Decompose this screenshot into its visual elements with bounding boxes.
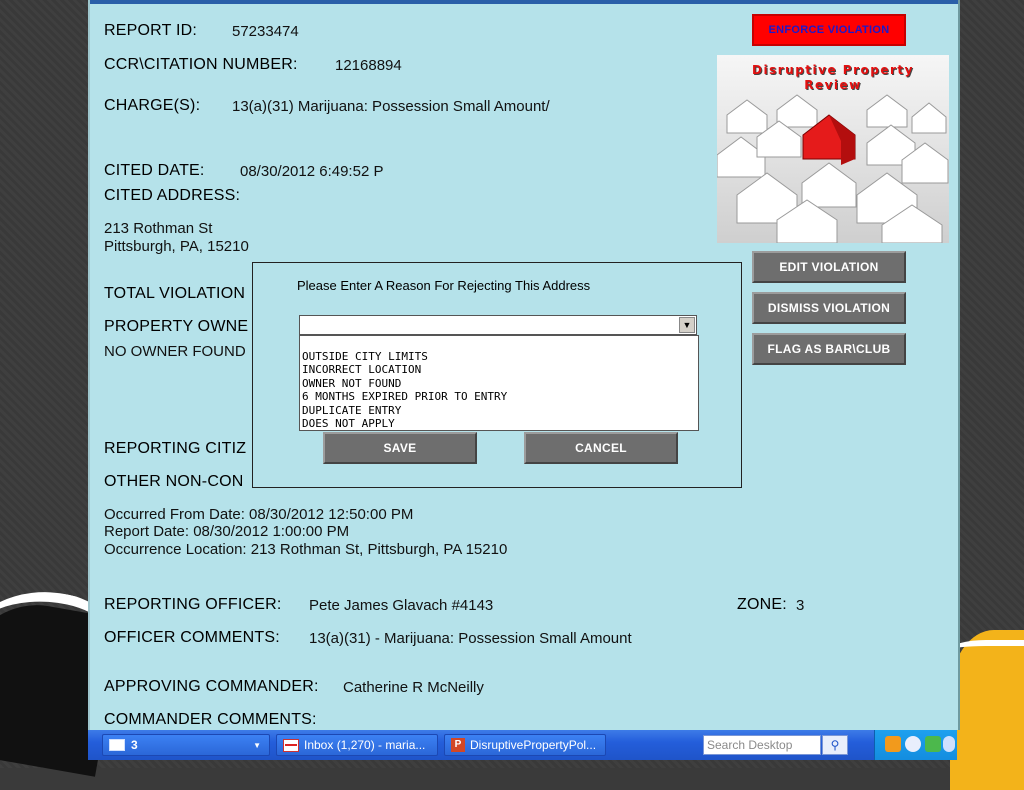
edit-violation-button[interactable]: EDIT VIOLATION (752, 251, 906, 283)
powerpoint-icon: P (451, 738, 465, 752)
other-non-label: OTHER NON-CON (104, 473, 244, 490)
officer-comments-label: OFFICER COMMENTS: (104, 629, 280, 646)
reject-reason-prompt: Please Enter A Reason For Rejecting This… (297, 278, 591, 293)
address-line2: Pittsburgh, PA, 15210 (104, 238, 249, 255)
image-title-line2: Review (804, 78, 862, 92)
tray-network-icon[interactable] (943, 736, 955, 752)
option-incorrect-location[interactable]: INCORRECT LOCATION (302, 363, 698, 376)
disruptive-property-review-image: Disruptive Property Review (717, 55, 949, 243)
tray-security-icon[interactable] (925, 736, 941, 752)
taskbar: 3 ▼ Inbox (1,270) - maria... P Disruptiv… (88, 730, 957, 760)
window-top-edge (90, 0, 958, 4)
option-owner-not-found[interactable]: OWNER NOT FOUND (302, 377, 698, 390)
total-violation-label: TOTAL VIOLATION (104, 285, 246, 302)
zone-label: ZONE: (737, 596, 787, 613)
tray-app-icon[interactable] (885, 736, 901, 752)
reporting-citizen-label: REPORTING CITIZ (104, 440, 247, 457)
dismiss-violation-button[interactable]: DISMISS VIOLATION (752, 292, 906, 324)
cancel-button[interactable]: CANCEL (524, 432, 678, 464)
flag-bar-club-button[interactable]: FLAG AS BAR\CLUB (752, 333, 906, 365)
commander-comments-label: COMMANDER COMMENTS: (104, 711, 317, 728)
approving-commander-label: APPROVING COMMANDER: (104, 678, 319, 695)
occurrence-location: Occurrence Location: 213 Rothman St, Pit… (104, 541, 508, 558)
decor-swoosh-white-right (950, 640, 1024, 666)
gmail-icon (283, 738, 299, 752)
reporting-officer-value: Pete James Glavach #4143 (309, 597, 494, 614)
dropdown-arrow-icon[interactable]: ▼ (679, 317, 695, 333)
charge-value: 13(a)(31) Marijuana: Possession Small Am… (232, 98, 550, 115)
occurred-from-date: Occurred From Date: 08/30/2012 12:50:00 … (104, 506, 414, 523)
citation-value: 12168894 (335, 57, 402, 74)
taskbar-group-windows[interactable]: 3 ▼ (102, 734, 270, 756)
cited-address-label: CITED ADDRESS: (104, 187, 241, 204)
enforce-violation-button[interactable]: ENFORCE VIOLATION (752, 14, 906, 46)
citation-label: CCR\CITATION NUMBER: (104, 56, 298, 73)
search-desktop-input[interactable]: Search Desktop (703, 735, 821, 755)
reject-reason-select[interactable]: ▼ (299, 315, 697, 335)
save-button[interactable]: SAVE (323, 432, 477, 464)
option-duplicate-entry[interactable]: DUPLICATE ENTRY (302, 404, 698, 417)
taskbar-gmail-inbox[interactable]: Inbox (1,270) - maria... (276, 734, 438, 756)
report-date: Report Date: 08/30/2012 1:00:00 PM (104, 523, 350, 540)
property-owner-value: NO OWNER FOUND (104, 343, 246, 360)
taskbar-powerpoint[interactable]: P DisruptivePropertyPol... (444, 734, 606, 756)
address-line1: 213 Rothman St (104, 220, 213, 237)
chevron-down-icon: ▼ (253, 740, 261, 750)
report-window: REPORT ID: 57233474 CCR\CITATION NUMBER:… (88, 0, 960, 730)
option-does-not-apply[interactable]: DOES NOT APPLY (302, 417, 698, 430)
system-tray (874, 730, 957, 760)
cited-date-value: 08/30/2012 6:49:52 P (240, 163, 384, 180)
taskbar-group-count: 3 (131, 738, 138, 752)
reject-address-dialog: Please Enter A Reason For Rejecting This… (252, 262, 742, 488)
reject-reason-options[interactable]: OUTSIDE CITY LIMITS INCORRECT LOCATION O… (299, 335, 699, 431)
option-6-months-expired[interactable]: 6 MONTHS EXPIRED PRIOR TO ENTRY (302, 390, 698, 403)
image-title-line1: Disruptive Property (752, 63, 914, 77)
inbox-title: Inbox (1,270) - maria... (304, 738, 426, 752)
zone-value: 3 (796, 597, 805, 614)
reporting-officer-label: REPORTING OFFICER: (104, 596, 282, 613)
option-outside-city-limits[interactable]: OUTSIDE CITY LIMITS (302, 350, 698, 363)
report-id-label: REPORT ID: (104, 22, 197, 39)
powerpoint-title: DisruptivePropertyPol... (470, 738, 597, 752)
approving-commander-value: Catherine R McNeilly (343, 679, 484, 696)
property-owner-label: PROPERTY OWNE (104, 318, 249, 335)
tray-search-icon[interactable] (905, 736, 921, 752)
search-icon[interactable]: ⚲ (822, 735, 848, 755)
charge-label: CHARGE(S): (104, 97, 201, 114)
cited-date-label: CITED DATE: (104, 162, 205, 179)
window-stack-icon (109, 739, 125, 751)
report-id-value: 57233474 (232, 23, 299, 40)
officer-comments-value: 13(a)(31) - Marijuana: Possession Small … (309, 630, 632, 647)
